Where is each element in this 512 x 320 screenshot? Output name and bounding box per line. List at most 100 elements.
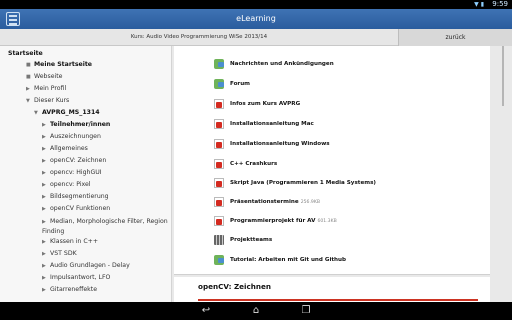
- resource-label: Programmierprojekt für AV: [230, 218, 316, 224]
- home-icon[interactable]: ⌂: [246, 305, 266, 317]
- scrollbar[interactable]: [502, 46, 504, 106]
- expand-arrow-icon: ▶: [42, 263, 46, 269]
- nav-item-median-filter[interactable]: ▶ Median, Morphologische Filter, Region F…: [42, 217, 171, 236]
- nav-item-opencv-highgui[interactable]: ▶ opencv: HighGUI: [42, 168, 102, 178]
- resource-label: Projektteams: [230, 237, 273, 243]
- expand-arrow-icon: ▶: [42, 158, 46, 164]
- expand-arrow-icon: ▶: [26, 86, 30, 92]
- resource-label: Infos zum Kurs AVPRG: [230, 101, 301, 107]
- nav-item-label: Audio Grundlagen - Delay: [50, 262, 130, 269]
- nav-item-vst-sdk[interactable]: ▶ VST SDK: [42, 249, 77, 259]
- section-general: Nachrichten und Ankündigungen Forum Info…: [174, 46, 490, 275]
- pdf-icon: [214, 178, 224, 188]
- expand-arrow-icon: ▶: [42, 219, 46, 225]
- collapse-arrow-icon: ▼: [34, 110, 38, 116]
- nav-item-label: openCV: Zeichnen: [50, 157, 107, 164]
- nav-item-label: Gitarreneffekte: [50, 286, 97, 293]
- resource-label: Tutorial: Arbeiten mit Git und Github: [230, 257, 347, 263]
- nav-item-label: Bildsegmentierung: [50, 193, 109, 200]
- nav-item-label: Startseite: [8, 50, 43, 57]
- nav-item-bildsegmentierung[interactable]: ▶ Bildsegmentierung: [42, 192, 109, 202]
- expand-arrow-icon: ▶: [42, 275, 46, 281]
- forum-icon: [214, 79, 224, 89]
- pdf-icon: [214, 139, 224, 149]
- action-bar: eLearning: [0, 9, 512, 29]
- nav-item-klassen-cpp[interactable]: ▶ Klassen in C++: [42, 237, 98, 247]
- nav-item-label: Teilnehmer/innen: [50, 121, 111, 128]
- pdf-icon: [214, 197, 224, 207]
- forum-icon: [214, 255, 224, 265]
- nav-item-webseite[interactable]: ■ Webseite: [26, 72, 62, 82]
- expand-arrow-icon: ▶: [42, 170, 46, 176]
- nav-item-label: Allgemeines: [50, 145, 88, 152]
- course-title: Kurs: Audio Video Programmierung WiSe 20…: [130, 34, 268, 40]
- nav-item-teilnehmer[interactable]: ▶ Teilnehmer/innen: [42, 120, 110, 130]
- expand-arrow-icon: ▶: [42, 146, 46, 152]
- nav-item-label: Dieser Kurs: [34, 97, 70, 104]
- nav-item-audio-grundlagen[interactable]: ▶ Audio Grundlagen - Delay: [42, 261, 130, 271]
- nav-item-label: Meine Startseite: [34, 61, 92, 68]
- recent-apps-icon[interactable]: ❐: [296, 305, 316, 317]
- nav-item-label: Impulsantwort, LFO: [50, 274, 111, 281]
- expand-arrow-icon: ▶: [42, 287, 46, 293]
- nav-item-auszeichnungen[interactable]: ▶ Auszeichnungen: [42, 132, 101, 142]
- system-nav-bar: ↩ ⌂ ❐: [0, 302, 512, 320]
- resource-label: Skript Java (Programmieren 1 Media Syste…: [230, 180, 376, 186]
- expand-arrow-icon: ▶: [42, 194, 46, 200]
- nav-item-label: openCV Funktionen: [50, 205, 111, 212]
- nav-item-label: Mein Profil: [34, 85, 67, 92]
- nav-item-label: Klassen in C++: [50, 238, 99, 245]
- nav-item-label: opencv: HighGUI: [50, 169, 102, 176]
- nav-item-label: AVPRG_MS_1314: [42, 109, 100, 116]
- nav-item-meine-startseite[interactable]: ■ Meine Startseite: [26, 60, 92, 70]
- nav-item-dieser-kurs[interactable]: ▼ Dieser Kurs: [26, 96, 69, 106]
- nav-item-course-code[interactable]: ▼ AVPRG_MS_1314: [34, 108, 100, 118]
- pdf-icon: [214, 159, 224, 169]
- pdf-icon: [214, 119, 224, 129]
- back-nav-icon[interactable]: ↩: [196, 305, 216, 317]
- course-header: Kurs: Audio Video Programmierung WiSe 20…: [0, 29, 512, 46]
- nav-item-opencv-pixel[interactable]: ▶ opencv: Pixel: [42, 180, 91, 190]
- forum-icon: [214, 59, 224, 69]
- course-content: Nachrichten und Ankündigungen Forum Info…: [172, 46, 512, 302]
- expand-arrow-icon: ▶: [42, 134, 46, 140]
- nav-item-label: Auszeichnungen: [50, 133, 101, 140]
- expand-arrow-icon: ▶: [42, 122, 46, 128]
- nav-item-label: opencv: Pixel: [50, 181, 91, 188]
- nav-item-label: Median, Morphologische Filter, Region Fi…: [42, 218, 168, 235]
- resource-label: Forum: [230, 81, 251, 87]
- section-opencv-zeichnen: openCV: Zeichnen: [174, 277, 490, 302]
- nav-item-gitarreneffekte[interactable]: ▶ Gitarreneffekte: [42, 285, 97, 295]
- grid-icon: [214, 235, 224, 245]
- nav-item-label: VST SDK: [50, 250, 77, 257]
- file-size: 601.3KB: [317, 219, 337, 224]
- expand-arrow-icon: ▶: [42, 239, 46, 245]
- nav-item-opencv-funktionen[interactable]: ▶ openCV Funktionen: [42, 204, 110, 214]
- nav-item-startseite[interactable]: Startseite: [8, 49, 43, 59]
- expand-arrow-icon: ▶: [42, 251, 46, 257]
- nav-item-opencv-zeichnen[interactable]: ▶ openCV: Zeichnen: [42, 156, 106, 166]
- section-title: openCV: Zeichnen: [198, 282, 272, 291]
- status-bar: ▼ ▮ 9:59: [0, 0, 512, 9]
- resource-label: Installationsanleitung Windows: [230, 141, 330, 147]
- pdf-icon: [214, 99, 224, 109]
- resource-label: Installationsanleitung Mac: [230, 121, 314, 127]
- expand-arrow-icon: ▶: [42, 182, 46, 188]
- resource-label: C++ Crashkurs: [230, 161, 278, 167]
- collapse-arrow-icon: ▼: [26, 98, 30, 104]
- pdf-icon: [214, 216, 224, 226]
- bullet-icon: ■: [26, 62, 31, 68]
- app-title: eLearning: [236, 14, 276, 23]
- resource-label: Präsentationstermine: [230, 199, 299, 205]
- nav-item-impulsantwort[interactable]: ▶ Impulsantwort, LFO: [42, 273, 110, 283]
- nav-item-mein-profil[interactable]: ▶ Mein Profil: [26, 84, 66, 94]
- nav-item-allgemeines[interactable]: ▶ Allgemeines: [42, 144, 88, 154]
- navigation-tree: Startseite ■ Meine Startseite ■ Webseite ▶…: [0, 46, 172, 302]
- status-icons: ▼ ▮: [474, 1, 484, 8]
- expand-arrow-icon: ▶: [42, 206, 46, 212]
- back-button[interactable]: zurück: [398, 29, 512, 46]
- resource-label: Nachrichten und Ankündigungen: [230, 61, 334, 67]
- nav-item-label: Webseite: [34, 73, 63, 80]
- section-divider: [198, 299, 478, 301]
- file-size: 256.9KB: [300, 200, 321, 205]
